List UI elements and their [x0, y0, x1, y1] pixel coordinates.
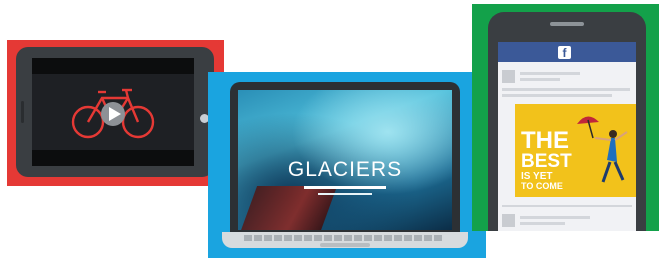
title-underline	[304, 186, 386, 189]
quote-line: BEST	[521, 151, 572, 172]
phone-screen: f THE BEST IS YET TO COME	[498, 42, 636, 231]
bicycle-play-icon[interactable]	[70, 82, 156, 142]
post-text-line	[502, 94, 612, 97]
trackpad	[320, 243, 370, 247]
post-text-line	[502, 88, 630, 91]
screen-title: GLACIERS	[287, 158, 403, 181]
keyboard-keys	[244, 235, 444, 241]
quote-line: THE	[521, 127, 569, 154]
feed-header-bar: f	[498, 42, 636, 62]
laptop-screen: GLACIERS	[238, 90, 452, 230]
post-image[interactable]: THE BEST IS YET TO COME	[515, 104, 636, 197]
phone-device: f THE BEST IS YET TO COME	[488, 12, 646, 231]
tablet-screen	[32, 58, 194, 166]
facebook-logo-icon[interactable]: f	[558, 46, 571, 60]
tablet-device	[16, 47, 214, 177]
post-meta-line	[520, 72, 580, 75]
quote-line: TO COME	[521, 181, 563, 191]
laptop-lid: GLACIERS	[230, 82, 460, 232]
phone-speaker	[550, 22, 584, 26]
post-meta-line	[520, 222, 565, 225]
post-meta-line	[520, 78, 560, 81]
video-player[interactable]	[32, 74, 194, 150]
title-underline-secondary	[318, 193, 372, 195]
avatar[interactable]	[502, 214, 515, 227]
laptop-panel: GLACIERS	[208, 72, 486, 258]
phone-panel: f THE BEST IS YET TO COME	[472, 4, 659, 231]
post-divider	[502, 205, 632, 207]
post-meta-line	[520, 216, 590, 219]
tablet-panel	[7, 40, 224, 186]
avatar[interactable]	[502, 70, 515, 83]
tablet-side-button	[21, 101, 24, 123]
umbrella-woman-illustration	[577, 116, 628, 183]
